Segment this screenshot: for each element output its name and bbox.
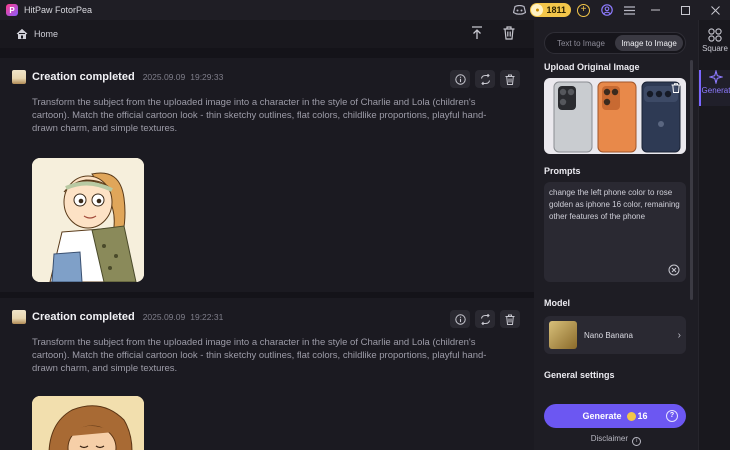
nav-square[interactable]: Square (699, 28, 730, 64)
upload-label: Upload Original Image (544, 62, 640, 72)
uploaded-image[interactable] (544, 78, 686, 154)
regenerate-button[interactable] (475, 70, 495, 88)
model-thumbnail (549, 321, 577, 349)
minimize-icon[interactable] (640, 0, 670, 20)
prompt-value: change the left phone color to rose gold… (549, 188, 680, 221)
prompt-input[interactable]: change the left phone color to rose gold… (544, 182, 686, 282)
account-icon[interactable] (596, 0, 618, 20)
upload-icon[interactable] (468, 23, 486, 43)
coin-balance[interactable]: ● 1811 (530, 3, 571, 17)
generate-label: Generate (582, 411, 622, 421)
regenerate-button[interactable] (475, 310, 495, 328)
title-bar-controls: ● 1811 + (508, 0, 730, 20)
creation-card: Creation completed 2025.09.09 19:29:33 T… (0, 58, 534, 292)
nav-generate-label: Generat (701, 86, 730, 95)
trash-icon (505, 74, 515, 85)
model-selector[interactable]: Nano Banana › (544, 316, 686, 354)
grid-icon (708, 28, 722, 42)
close-icon[interactable] (700, 0, 730, 20)
remove-image-icon[interactable] (671, 83, 681, 93)
add-coins-button[interactable]: + (577, 3, 590, 17)
home-link[interactable]: Home (34, 29, 58, 39)
result-image[interactable] (32, 158, 144, 282)
nav-generate[interactable]: Generat (699, 70, 730, 106)
right-nav: Square Generat (698, 20, 730, 450)
menu-icon[interactable] (618, 0, 640, 20)
card-actions (450, 70, 520, 88)
card-title: Creation completed (32, 311, 135, 323)
disclaimer-label: Disclaimer (590, 434, 629, 443)
card-actions (450, 310, 520, 328)
delete-button[interactable] (500, 310, 520, 328)
panel-scrollbar[interactable] (690, 60, 693, 300)
top-actions (468, 23, 518, 43)
refresh-icon (480, 313, 490, 325)
app-logo-icon: P (6, 4, 18, 16)
card-title: Creation completed (32, 71, 135, 83)
maximize-icon[interactable] (670, 0, 700, 20)
generate-button[interactable]: Generate 16 ? (544, 404, 686, 428)
app-title: HitPaw FotorPea (24, 5, 93, 15)
home-icon[interactable] (16, 28, 28, 40)
model-name: Nano Banana (584, 330, 633, 340)
info-icon (454, 73, 466, 85)
app-window: P HitPaw FotorPea ● 1811 + Home Creation… (0, 0, 730, 450)
trash-icon (505, 314, 515, 325)
card-date: 2025.09.09 (142, 72, 186, 82)
breadcrumb: Home (0, 20, 534, 48)
nav-square-label: Square (702, 44, 728, 53)
coin-count: 1811 (546, 5, 566, 15)
creation-prompt: Transform the subject from the uploaded … (32, 97, 487, 134)
coin-icon: ● (531, 4, 544, 16)
trash-icon[interactable] (500, 23, 518, 43)
card-header: Creation completed 2025.09.09 19:22:31 (12, 310, 223, 324)
generate-cost: 16 (637, 411, 648, 421)
source-thumbnail (12, 70, 26, 84)
creation-card: Creation completed 2025.09.09 19:22:31 T… (0, 298, 534, 450)
info-button[interactable] (450, 310, 470, 328)
card-time: 19:22:31 (190, 312, 224, 322)
info-button[interactable] (450, 70, 470, 88)
info-icon (454, 313, 466, 325)
coin-icon (626, 411, 636, 421)
sparkle-icon (709, 70, 723, 84)
generation-panel: Text to Image Image to Image Upload Orig… (534, 20, 698, 450)
card-date: 2025.09.09 (142, 312, 186, 322)
tab-text-to-image[interactable]: Text to Image (547, 35, 615, 51)
discord-icon[interactable] (508, 0, 530, 20)
creation-prompt: Transform the subject from the uploaded … (32, 337, 487, 374)
model-label: Model (544, 298, 570, 308)
delete-button[interactable] (500, 70, 520, 88)
general-settings-label[interactable]: General settings (544, 370, 615, 380)
chevron-right-icon: › (677, 329, 681, 341)
card-time: 19:29:33 (190, 72, 224, 82)
clear-icon[interactable] (668, 264, 680, 276)
prompts-label: Prompts (544, 166, 581, 176)
card-header: Creation completed 2025.09.09 19:29:33 (12, 70, 223, 84)
help-icon[interactable]: ? (666, 410, 678, 422)
title-bar: P HitPaw FotorPea ● 1811 + (0, 0, 730, 20)
refresh-icon (480, 73, 490, 85)
disclaimer-link[interactable]: Disclaimer i (534, 434, 698, 446)
info-icon: i (632, 437, 642, 446)
result-image[interactable] (32, 396, 144, 450)
mode-tabs: Text to Image Image to Image (544, 32, 686, 54)
tab-image-to-image[interactable]: Image to Image (615, 35, 683, 51)
main-content: Home Creation completed 2025.09.09 19:29… (0, 20, 534, 450)
source-thumbnail (12, 310, 26, 324)
